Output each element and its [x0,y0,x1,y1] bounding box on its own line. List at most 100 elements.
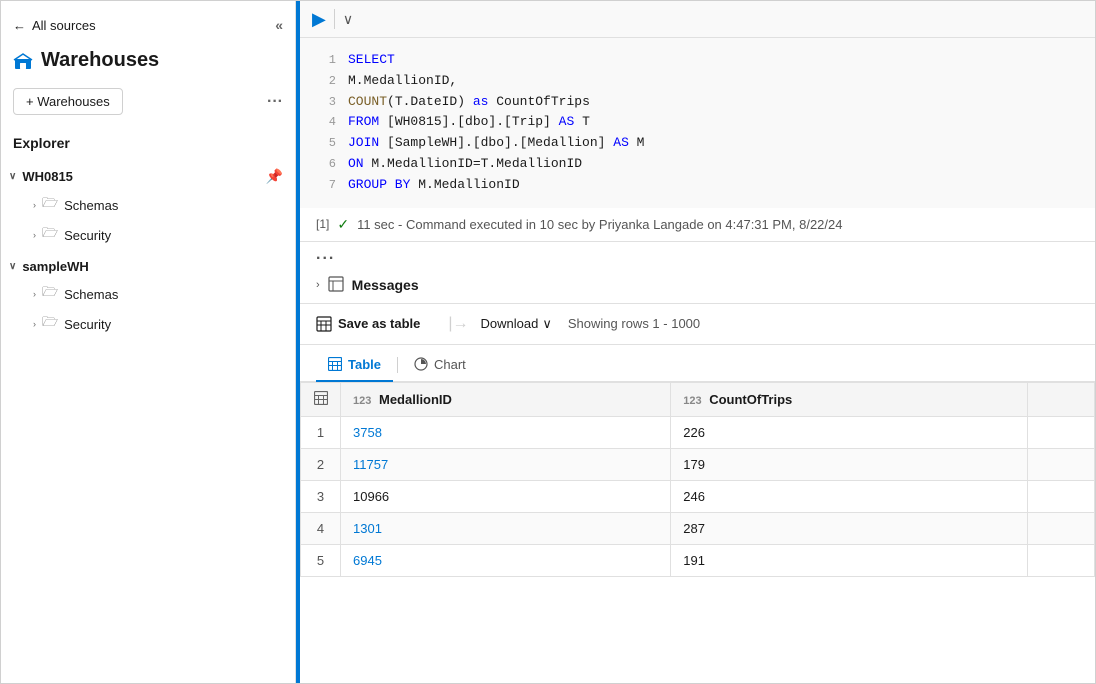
wh0815-pin-icon: 📌 [266,168,283,185]
tree-group-header-wh0815[interactable]: ∨ WH0815 📌 [1,163,295,190]
main-content: ▶ ∨ 1 SELECT 2 M.MedallionID, 3 COUNT(T.… [296,1,1095,683]
add-warehouse-button[interactable]: + Warehouses [13,88,123,115]
more-options-button[interactable]: ··· [267,93,283,111]
samplewh-schemas-chevron-icon: › [33,289,36,299]
tree-section: ∨ WH0815 📌 › 🗁 Schemas › 🗁 Security [1,159,295,683]
code-line-6: 6 ON M.MedallionID=T.MedallionID [316,154,1095,175]
countoftrips-cell: 246 [671,480,1028,512]
samplewh-security-label: Security [64,317,111,332]
collapse-button[interactable]: « [275,17,283,33]
code-content-7: GROUP BY M.MedallionID [348,175,520,196]
line-num-4: 4 [316,113,336,132]
tab-chart[interactable]: Chart [402,349,478,382]
code-line-5: 5 JOIN [SampleWH].[dbo].[Medallion] AS M [316,133,1095,154]
code-editor[interactable]: 1 SELECT 2 M.MedallionID, 3 COUNT(T.Date… [300,38,1095,208]
back-label: All sources [32,18,96,33]
samplewh-security-item[interactable]: › 🗁 Security [25,309,295,339]
wh0815-schemas-item[interactable]: › 🗁 Schemas [25,190,295,220]
samplewh-security-chevron-icon: › [33,319,36,329]
wh0815-children: › 🗁 Schemas › 🗁 Security [1,190,295,250]
save-table-button[interactable]: Save as table [316,312,420,336]
toolbar-pipe-separator: |→ [448,315,468,333]
tab-table-label: Table [348,357,381,372]
status-bracket: [1] [316,217,329,231]
back-link[interactable]: ← All sources [13,18,96,33]
data-table-container: 123 MedallionID 123 CountOfTrips [300,382,1095,577]
row-count-label: Showing rows 1 - 1000 [568,316,700,331]
line-num-5: 5 [316,134,336,153]
medallionid-cell: 10966 [341,480,671,512]
code-content-3: COUNT(T.DateID) as CountOfTrips [348,92,590,113]
medallionid-col-name: MedallionID [379,392,452,407]
wh0815-schemas-label: Schemas [64,198,118,213]
table-row: 1 3758 226 [301,416,1095,448]
ellipsis-row: ... [300,242,1095,268]
toolbar-dropdown-button[interactable]: ∨ [343,11,353,28]
exec-status-bar: [1] ✓ 11 sec - Command executed in 10 se… [300,208,1095,242]
add-warehouse-row: + Warehouses ··· [1,84,295,127]
samplewh-schemas-folder-icon: 🗁 [42,283,58,305]
countoftrips-col-type: 123 [683,395,701,407]
countoftrips-cell: 226 [671,416,1028,448]
warehouses-header: Warehouses [1,41,295,84]
countoftrips-cell: 287 [671,512,1028,544]
wh0815-security-label: Security [64,228,111,243]
messages-row[interactable]: › Messages [300,268,1095,304]
medallionid-cell: 1301 [341,512,671,544]
code-line-3: 3 COUNT(T.DateID) as CountOfTrips [316,92,1095,113]
line-num-2: 2 [316,72,336,91]
sidebar-top: ← All sources « [1,9,295,41]
empty-cell [1028,544,1095,576]
row-num-cell: 4 [301,512,341,544]
schemas-chevron-icon: › [33,200,36,210]
empty-cell [1028,448,1095,480]
code-content-4: FROM [WH0815].[dbo].[Trip] AS T [348,112,590,133]
check-icon: ✓ [337,216,349,233]
empty-cell [1028,416,1095,448]
samplewh-chevron-icon: ∨ [9,261,16,272]
countoftrips-cell: 179 [671,448,1028,480]
tree-group-header-samplewh[interactable]: ∨ sampleWH [1,254,295,279]
table-row: 2 11757 179 [301,448,1095,480]
warehouse-icon [13,51,33,71]
code-content-5: JOIN [SampleWH].[dbo].[Medallion] AS M [348,133,644,154]
empty-cell [1028,480,1095,512]
download-button[interactable]: Download ∨ [481,316,552,332]
schemas-folder-icon: 🗁 [42,194,58,216]
run-button[interactable]: ▶ [312,10,326,28]
medallionid-cell: 6945 [341,544,671,576]
save-table-label: Save as table [338,316,420,331]
code-content-2: M.MedallionID, [348,71,457,92]
messages-table-icon [328,276,344,295]
back-arrow-icon: ← [13,18,26,33]
code-content-6: ON M.MedallionID=T.MedallionID [348,154,582,175]
data-table: 123 MedallionID 123 CountOfTrips [300,382,1095,577]
tree-group-wh0815: ∨ WH0815 📌 › 🗁 Schemas › 🗁 Security [1,163,295,250]
tab-chart-label: Chart [434,357,466,372]
samplewh-security-folder-icon: 🗁 [42,313,58,335]
wh0815-label: WH0815 [22,169,73,184]
row-num-cell: 3 [301,480,341,512]
medallionid-col-type: 123 [353,395,371,407]
code-line-4: 4 FROM [WH0815].[dbo].[Trip] AS T [316,112,1095,133]
row-num-col-header [301,382,341,416]
row-num-cell: 2 [301,448,341,480]
editor-toolbar: ▶ ∨ [300,1,1095,38]
toolbar-separator [334,9,335,29]
explorer-label: Explorer [1,127,295,159]
line-num-6: 6 [316,155,336,174]
samplewh-schemas-item[interactable]: › 🗁 Schemas [25,279,295,309]
countoftrips-col-name: CountOfTrips [709,392,792,407]
code-line-7: 7 GROUP BY M.MedallionID [316,175,1095,196]
samplewh-children: › 🗁 Schemas › 🗁 Security [1,279,295,339]
sidebar: ← All sources « Warehouses + Warehouses … [1,1,296,683]
table-row: 3 10966 246 [301,480,1095,512]
wh0815-security-item[interactable]: › 🗁 Security [25,220,295,250]
row-num-cell: 5 [301,544,341,576]
table-row: 5 6945 191 [301,544,1095,576]
results-panel: › Messages [300,268,1095,683]
tab-table[interactable]: Table [316,349,393,382]
code-line-2: 2 M.MedallionID, [316,71,1095,92]
empty-col-header [1028,382,1095,416]
medallionid-cell: 11757 [341,448,671,480]
